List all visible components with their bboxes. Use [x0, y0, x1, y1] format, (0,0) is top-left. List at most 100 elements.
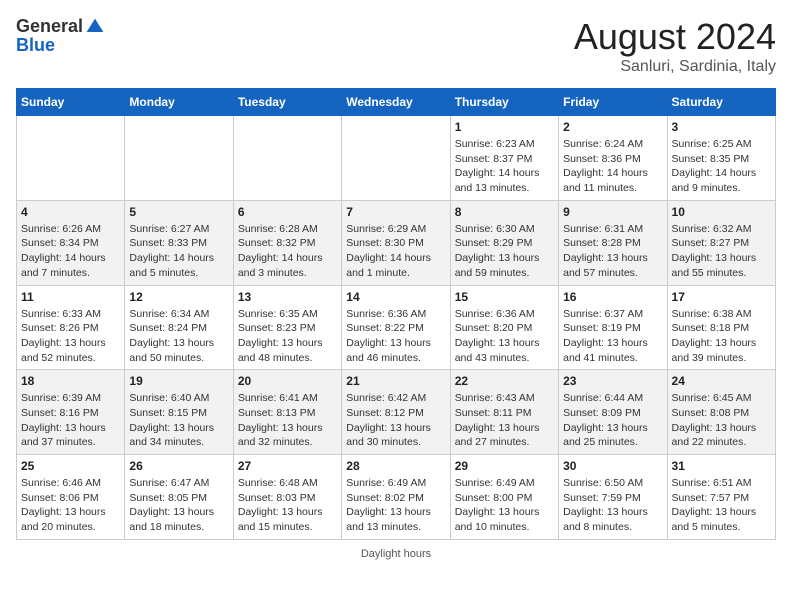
day-number: 22	[455, 374, 554, 388]
calendar-week-row: 11 Sunrise: 6:33 AM Sunset: 8:26 PM Dayli…	[17, 285, 776, 370]
day-number: 11	[21, 290, 120, 304]
day-number: 8	[455, 205, 554, 219]
calendar-week-row: 18 Sunrise: 6:39 AM Sunset: 8:16 PM Dayli…	[17, 370, 776, 455]
day-info: Sunrise: 6:49 AM Sunset: 8:00 PM Dayligh…	[455, 476, 554, 535]
day-number: 17	[672, 290, 771, 304]
day-number: 15	[455, 290, 554, 304]
page-header: General Blue August 2024 Sanluri, Sardin…	[16, 16, 776, 76]
calendar-cell: 17 Sunrise: 6:38 AM Sunset: 8:18 PM Dayli…	[667, 285, 775, 370]
calendar-cell: 6Sunrise: 6:28 AM Sunset: 8:32 PM Daylig…	[233, 200, 341, 285]
calendar-cell: 21Sunrise: 6:42 AM Sunset: 8:12 PM Dayli…	[342, 370, 450, 455]
calendar-cell: 10Sunrise: 6:32 AM Sunset: 8:27 PM Dayli…	[667, 200, 775, 285]
calendar-cell: 14 Sunrise: 6:36 AM Sunset: 8:22 PM Dayli…	[342, 285, 450, 370]
calendar-cell: 16 Sunrise: 6:37 AM Sunset: 8:19 PM Dayli…	[559, 285, 667, 370]
calendar-cell: 27Sunrise: 6:48 AM Sunset: 8:03 PM Dayli…	[233, 455, 341, 540]
calendar-header-wednesday: Wednesday	[342, 89, 450, 116]
logo-general-text: General	[16, 16, 83, 37]
day-number: 3	[672, 120, 771, 134]
day-info: Sunrise: 6:40 AM Sunset: 8:15 PM Dayligh…	[129, 391, 228, 450]
calendar-header-monday: Monday	[125, 89, 233, 116]
calendar-cell: 13 Sunrise: 6:35 AM Sunset: 8:23 PM Dayli…	[233, 285, 341, 370]
calendar-cell: 20 Sunrise: 6:41 AM Sunset: 8:13 PM Dayli…	[233, 370, 341, 455]
day-info: Sunrise: 6:33 AM Sunset: 8:26 PM Dayligh…	[21, 307, 120, 366]
calendar-header-tuesday: Tuesday	[233, 89, 341, 116]
day-info: Sunrise: 6:37 AM Sunset: 8:19 PM Dayligh…	[563, 307, 662, 366]
day-info: Sunrise: 6:34 AM Sunset: 8:24 PM Dayligh…	[129, 307, 228, 366]
calendar-week-row: 1 Sunrise: 6:23 AM Sunset: 8:37 PM Daylig…	[17, 116, 776, 201]
title-block: August 2024 Sanluri, Sardinia, Italy	[574, 16, 776, 76]
calendar-cell: 2Sunrise: 6:24 AM Sunset: 8:36 PM Daylig…	[559, 116, 667, 201]
day-number: 25	[21, 459, 120, 473]
calendar-cell	[342, 116, 450, 201]
day-number: 30	[563, 459, 662, 473]
day-number: 12	[129, 290, 228, 304]
calendar-header-thursday: Thursday	[450, 89, 558, 116]
day-info: Sunrise: 6:42 AM Sunset: 8:12 PM Dayligh…	[346, 391, 445, 450]
day-number: 24	[672, 374, 771, 388]
day-number: 16	[563, 290, 662, 304]
day-number: 9	[563, 205, 662, 219]
calendar-cell: 7 Sunrise: 6:29 AM Sunset: 8:30 PM Daylig…	[342, 200, 450, 285]
calendar-header-saturday: Saturday	[667, 89, 775, 116]
calendar-cell: 31 Sunrise: 6:51 AM Sunset: 7:57 PM Dayli…	[667, 455, 775, 540]
calendar-week-row: 4 Sunrise: 6:26 AM Sunset: 8:34 PM Daylig…	[17, 200, 776, 285]
calendar-cell: 9 Sunrise: 6:31 AM Sunset: 8:28 PM Daylig…	[559, 200, 667, 285]
day-info: Sunrise: 6:50 AM Sunset: 7:59 PM Dayligh…	[563, 476, 662, 535]
day-info: Sunrise: 6:45 AM Sunset: 8:08 PM Dayligh…	[672, 391, 771, 450]
day-info: Sunrise: 6:48 AM Sunset: 8:03 PM Dayligh…	[238, 476, 337, 535]
day-info: Sunrise: 6:26 AM Sunset: 8:34 PM Dayligh…	[21, 222, 120, 281]
calendar-cell: 15 Sunrise: 6:36 AM Sunset: 8:20 PM Dayli…	[450, 285, 558, 370]
day-number: 20	[238, 374, 337, 388]
calendar-table: SundayMondayTuesdayWednesdayThursdayFrid…	[16, 88, 776, 540]
calendar-header-friday: Friday	[559, 89, 667, 116]
day-number: 5	[129, 205, 228, 219]
day-info: Sunrise: 6:36 AM Sunset: 8:20 PM Dayligh…	[455, 307, 554, 366]
page-title: August 2024	[574, 16, 776, 58]
day-info: Sunrise: 6:28 AM Sunset: 8:32 PM Dayligh…	[238, 222, 337, 281]
logo: General Blue	[16, 16, 105, 56]
day-info: Sunrise: 6:36 AM Sunset: 8:22 PM Dayligh…	[346, 307, 445, 366]
day-number: 1	[455, 120, 554, 134]
calendar-header-sunday: Sunday	[17, 89, 125, 116]
day-info: Sunrise: 6:27 AM Sunset: 8:33 PM Dayligh…	[129, 222, 228, 281]
calendar-cell	[125, 116, 233, 201]
day-number: 10	[672, 205, 771, 219]
day-number: 31	[672, 459, 771, 473]
day-info: Sunrise: 6:44 AM Sunset: 8:09 PM Dayligh…	[563, 391, 662, 450]
calendar-cell: 4 Sunrise: 6:26 AM Sunset: 8:34 PM Daylig…	[17, 200, 125, 285]
day-number: 29	[455, 459, 554, 473]
day-number: 18	[21, 374, 120, 388]
day-info: Sunrise: 6:30 AM Sunset: 8:29 PM Dayligh…	[455, 222, 554, 281]
day-info: Sunrise: 6:39 AM Sunset: 8:16 PM Dayligh…	[21, 391, 120, 450]
calendar-cell: 8 Sunrise: 6:30 AM Sunset: 8:29 PM Daylig…	[450, 200, 558, 285]
day-info: Sunrise: 6:23 AM Sunset: 8:37 PM Dayligh…	[455, 137, 554, 196]
day-number: 13	[238, 290, 337, 304]
calendar-cell: 23Sunrise: 6:44 AM Sunset: 8:09 PM Dayli…	[559, 370, 667, 455]
logo-blue-text: Blue	[16, 35, 55, 55]
calendar-cell	[17, 116, 125, 201]
day-number: 26	[129, 459, 228, 473]
day-info: Sunrise: 6:38 AM Sunset: 8:18 PM Dayligh…	[672, 307, 771, 366]
calendar-cell: 26Sunrise: 6:47 AM Sunset: 8:05 PM Dayli…	[125, 455, 233, 540]
day-info: Sunrise: 6:31 AM Sunset: 8:28 PM Dayligh…	[563, 222, 662, 281]
day-info: Sunrise: 6:41 AM Sunset: 8:13 PM Dayligh…	[238, 391, 337, 450]
day-info: Sunrise: 6:29 AM Sunset: 8:30 PM Dayligh…	[346, 222, 445, 281]
calendar-cell: 12 Sunrise: 6:34 AM Sunset: 8:24 PM Dayli…	[125, 285, 233, 370]
calendar-cell: 19Sunrise: 6:40 AM Sunset: 8:15 PM Dayli…	[125, 370, 233, 455]
calendar-cell: 28Sunrise: 6:49 AM Sunset: 8:02 PM Dayli…	[342, 455, 450, 540]
calendar-cell: 5 Sunrise: 6:27 AM Sunset: 8:33 PM Daylig…	[125, 200, 233, 285]
day-info: Sunrise: 6:35 AM Sunset: 8:23 PM Dayligh…	[238, 307, 337, 366]
calendar-cell: 29 Sunrise: 6:49 AM Sunset: 8:00 PM Dayli…	[450, 455, 558, 540]
day-info: Sunrise: 6:24 AM Sunset: 8:36 PM Dayligh…	[563, 137, 662, 196]
day-info: Sunrise: 6:25 AM Sunset: 8:35 PM Dayligh…	[672, 137, 771, 196]
footer-note: Daylight hours	[16, 548, 776, 560]
calendar-week-row: 25 Sunrise: 6:46 AM Sunset: 8:06 PM Dayli…	[17, 455, 776, 540]
calendar-cell	[233, 116, 341, 201]
day-info: Sunrise: 6:46 AM Sunset: 8:06 PM Dayligh…	[21, 476, 120, 535]
calendar-cell: 22Sunrise: 6:43 AM Sunset: 8:11 PM Dayli…	[450, 370, 558, 455]
calendar-cell: 3 Sunrise: 6:25 AM Sunset: 8:35 PM Daylig…	[667, 116, 775, 201]
day-number: 14	[346, 290, 445, 304]
day-number: 4	[21, 205, 120, 219]
day-info: Sunrise: 6:51 AM Sunset: 7:57 PM Dayligh…	[672, 476, 771, 535]
day-number: 7	[346, 205, 445, 219]
